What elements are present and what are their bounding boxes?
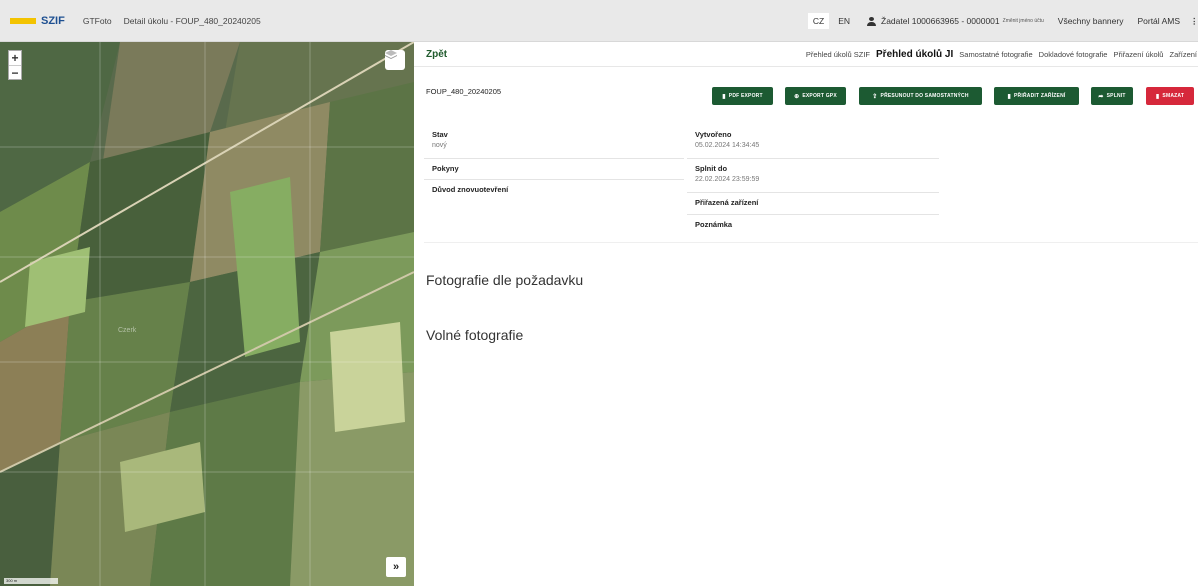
reopen-label: Důvod znovuotevření bbox=[432, 185, 509, 194]
complete-button[interactable]: ➦ SPLNIT bbox=[1091, 87, 1133, 105]
pdf-export-label: PDF EXPORT bbox=[728, 93, 763, 99]
delete-label: SMAZAT bbox=[1162, 93, 1185, 99]
assign-device-button[interactable]: ▮ PŘIŘADIT ZAŘÍZENÍ bbox=[994, 87, 1079, 105]
complete-label: SPLNIT bbox=[1106, 93, 1126, 99]
divider bbox=[687, 214, 939, 215]
assigned-devices-label: Přiřazená zařízení bbox=[695, 198, 759, 207]
note-field: Poznámka bbox=[695, 220, 732, 229]
created-value: 05.02.2024 14:34:45 bbox=[695, 142, 760, 149]
zoom-control: + − bbox=[8, 50, 22, 80]
trash-icon: ▮ bbox=[1155, 93, 1160, 100]
assigned-devices-field: Přiřazená zařízení bbox=[695, 198, 758, 207]
gpx-export-button[interactable]: ⊕ EXPORT GPX bbox=[785, 87, 846, 105]
device-icon: ▮ bbox=[1007, 93, 1012, 100]
share-icon: ➦ bbox=[1098, 93, 1104, 100]
requested-photos-heading: Fotografie dle požadavku bbox=[426, 272, 584, 288]
divider bbox=[687, 158, 939, 159]
all-banners-link[interactable]: Všechny bannery bbox=[1058, 16, 1124, 26]
layers-button[interactable] bbox=[385, 50, 405, 70]
layers-icon bbox=[385, 50, 397, 59]
detail-nav: Zpět Přehled úkolů SZIF Přehled úkolů JI… bbox=[414, 42, 1198, 67]
detail-panel: Zpět Přehled úkolů SZIF Přehled úkolů JI… bbox=[414, 42, 1198, 586]
pdf-export-button[interactable]: ▮ PDF EXPORT bbox=[712, 87, 773, 105]
status-label: Stav bbox=[432, 130, 448, 139]
top-right-controls: CZ EN Žadatel 1000663965 - 0000001 Změni… bbox=[804, 0, 1198, 42]
zoom-in-button[interactable]: + bbox=[9, 51, 21, 65]
portal-ams-link[interactable]: Portál AMS bbox=[1137, 16, 1180, 26]
user-name: Žadatel 1000663965 - 0000001 bbox=[881, 16, 1000, 26]
szif-logo[interactable]: SZIF bbox=[10, 15, 65, 27]
logo-stripe bbox=[10, 17, 36, 24]
free-photos-heading: Volné fotografie bbox=[426, 327, 524, 343]
instructions-label: Pokyny bbox=[432, 164, 459, 173]
user-icon bbox=[867, 16, 876, 26]
reopen-field: Důvod znovuotevření bbox=[432, 185, 508, 194]
back-link[interactable]: Zpět bbox=[426, 49, 447, 60]
tab-standalone-photos[interactable]: Samostatné fotografie bbox=[959, 50, 1032, 59]
due-value: 22.02.2024 23:59:59 bbox=[695, 176, 760, 183]
map-panel[interactable]: Czerk + − » 300 m bbox=[0, 42, 414, 586]
zoom-out-button[interactable]: − bbox=[9, 65, 21, 80]
expand-panel-button[interactable]: » bbox=[386, 557, 406, 577]
tab-document-photos[interactable]: Dokladové fotografie bbox=[1039, 50, 1108, 59]
created-field: Vytvořeno 05.02.2024 14:34:45 bbox=[695, 130, 759, 149]
tab-ji-tasks[interactable]: Přehled úkolů JI bbox=[876, 49, 953, 60]
status-field: Stav nový bbox=[432, 130, 448, 149]
created-label: Vytvořeno bbox=[695, 130, 732, 139]
move-to-standalone-button[interactable]: ⇪ PŘESUNOUT DO SAMOSTATNÝCH bbox=[859, 87, 982, 105]
aerial-imagery: Czerk bbox=[0, 42, 414, 586]
more-menu-icon[interactable]: ⋮ bbox=[1190, 16, 1198, 27]
change-name-link[interactable]: Změnit jméno účtu bbox=[1003, 18, 1044, 24]
breadcrumb: Detail úkolu - FOUP_480_20240205 bbox=[123, 15, 261, 26]
app-name[interactable]: GTFoto bbox=[83, 16, 112, 26]
lang-en-button[interactable]: EN bbox=[833, 13, 855, 29]
map-scale: 300 m bbox=[4, 578, 58, 584]
pdf-icon: ▮ bbox=[722, 93, 726, 100]
user-menu[interactable]: Žadatel 1000663965 - 0000001 Změnit jmén… bbox=[867, 16, 1044, 26]
delete-button[interactable]: ▮ SMAZAT bbox=[1146, 87, 1194, 105]
nav-tabs: Přehled úkolů SZIF Přehled úkolů JI Samo… bbox=[800, 49, 1197, 60]
top-bar: SZIF GTFoto Detail úkolu - FOUP_480_2024… bbox=[0, 0, 1198, 42]
gpx-export-label: EXPORT GPX bbox=[802, 93, 837, 99]
divider bbox=[687, 192, 939, 193]
tab-szif-tasks[interactable]: Přehled úkolů SZIF bbox=[806, 50, 870, 59]
map-place-label: Czerk bbox=[118, 327, 137, 334]
logo-text: SZIF bbox=[41, 14, 65, 27]
divider bbox=[424, 179, 684, 180]
due-field: Splnit do 22.02.2024 23:59:59 bbox=[695, 164, 759, 183]
divider bbox=[424, 158, 684, 159]
due-label: Splnit do bbox=[695, 164, 728, 173]
tab-task-assignment[interactable]: Přiřazení úkolů bbox=[1113, 50, 1163, 59]
task-id: FOUP_480_20240205 bbox=[426, 87, 502, 96]
instructions-field: Pokyny bbox=[432, 164, 459, 173]
assign-label: PŘIŘADIT ZAŘÍZENÍ bbox=[1014, 93, 1066, 99]
tab-devices[interactable]: Zařízení bbox=[1169, 50, 1197, 59]
note-label: Poznámka bbox=[695, 220, 733, 229]
lang-cz-button[interactable]: CZ bbox=[807, 13, 830, 29]
status-value: nový bbox=[432, 142, 447, 149]
globe-icon: ⊕ bbox=[794, 93, 800, 100]
upload-icon: ⇪ bbox=[872, 93, 878, 100]
move-label: PŘESUNOUT DO SAMOSTATNÝCH bbox=[880, 93, 969, 99]
section-divider bbox=[424, 242, 1198, 243]
